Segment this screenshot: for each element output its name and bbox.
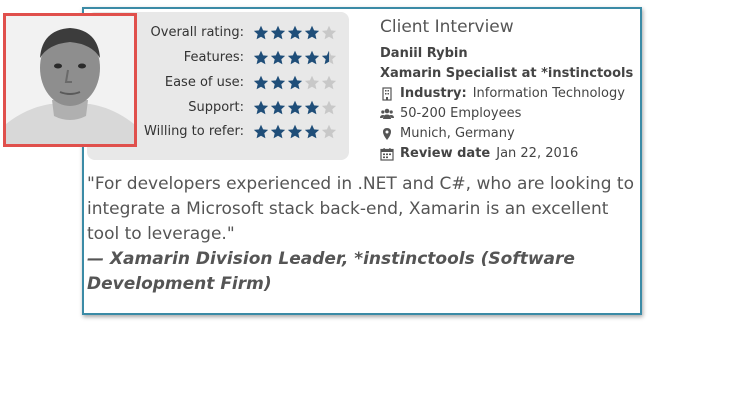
- star-filled-icon: [253, 50, 269, 65]
- star-empty-icon: [321, 124, 337, 139]
- location-value: Munich, Germany: [400, 126, 515, 141]
- reviewer-photo: [3, 13, 137, 147]
- reviewer-name: Daniil Rybin: [380, 46, 468, 61]
- star-filled-icon: [253, 124, 269, 139]
- star-filled-icon: [270, 124, 286, 139]
- star-filled-icon: [270, 75, 286, 90]
- calendar-icon: [380, 147, 394, 161]
- rating-label: Ease of use:: [164, 75, 244, 90]
- rating-stars: [253, 25, 337, 41]
- map-marker-icon: [380, 127, 394, 141]
- location-line: Munich, Germany: [380, 124, 640, 144]
- star-filled-icon: [270, 100, 286, 115]
- rating-label: Support:: [188, 100, 244, 115]
- star-filled-icon: [287, 124, 303, 139]
- star-filled-icon: [304, 50, 320, 65]
- rating-stars: [253, 50, 337, 66]
- star-filled-icon: [304, 25, 320, 40]
- building-icon: [380, 87, 394, 101]
- star-filled-icon: [287, 75, 303, 90]
- star-half-icon: [321, 50, 337, 65]
- rating-stars: [253, 124, 337, 140]
- rating-stars: [253, 75, 337, 91]
- review-date-label: Review date: [400, 146, 491, 161]
- employees-value: 50-200 Employees: [400, 106, 522, 121]
- rating-label: Features:: [183, 50, 244, 65]
- employees-line: 50-200 Employees: [380, 104, 640, 124]
- star-filled-icon: [287, 50, 303, 65]
- star-filled-icon: [253, 100, 269, 115]
- review-heading: Client Interview: [380, 17, 514, 37]
- industry-value: Information Technology: [472, 86, 625, 101]
- rating-label: Willing to refer:: [144, 124, 244, 139]
- star-empty-icon: [304, 75, 320, 90]
- star-empty-icon: [321, 100, 337, 115]
- users-icon: [380, 107, 394, 121]
- review-date-value: Jan 22, 2016: [496, 146, 579, 161]
- star-filled-icon: [270, 25, 286, 40]
- quote-attribution: — Xamarin Division Leader, *instinctools…: [87, 249, 575, 294]
- star-filled-icon: [253, 25, 269, 40]
- star-empty-icon: [321, 75, 337, 90]
- rating-stars: [253, 100, 337, 116]
- star-empty-icon: [321, 25, 337, 40]
- star-filled-icon: [304, 124, 320, 139]
- star-filled-icon: [270, 50, 286, 65]
- testimonial: "For developers experienced in .NET and …: [87, 172, 642, 297]
- star-filled-icon: [253, 75, 269, 90]
- rating-label: Overall rating:: [150, 25, 244, 40]
- star-filled-icon: [304, 100, 320, 115]
- reviewer-info: Client Interview Daniil Rybin Xamarin Sp…: [380, 14, 640, 164]
- industry-label: Industry:: [400, 86, 467, 101]
- reviewer-position: Xamarin Specialist at *instinctools: [380, 66, 634, 81]
- star-filled-icon: [287, 100, 303, 115]
- quote-text: "For developers experienced in .NET and …: [87, 174, 634, 244]
- star-filled-icon: [287, 25, 303, 40]
- review-date-line: Review date Jan 22, 2016: [380, 144, 640, 164]
- industry-line: Industry: Information Technology: [380, 84, 640, 104]
